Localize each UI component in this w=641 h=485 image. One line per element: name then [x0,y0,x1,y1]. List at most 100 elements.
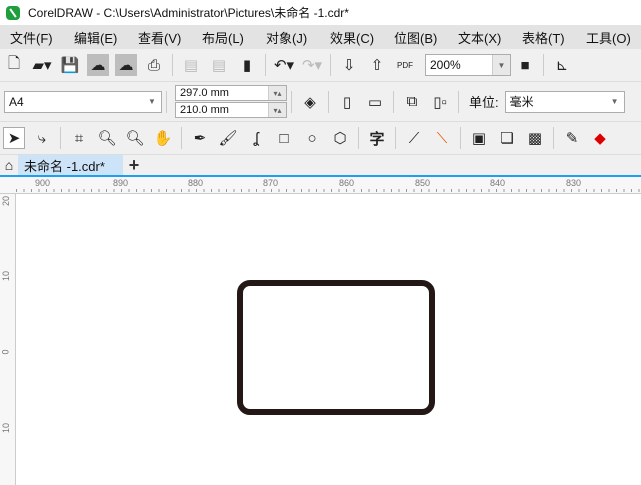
zoom-level-select[interactable]: 200% ▼ [425,54,511,76]
separator [458,90,459,113]
ruler-label: 0 [0,349,11,355]
ruler-label: 10 [1,422,12,434]
ruler-label: 900 [35,178,51,188]
rectangle-tool-icon[interactable]: □ [273,127,295,149]
open-folder-icon[interactable]: ▰▾ [31,54,53,76]
pan-tool-icon[interactable]: ✋ [152,127,174,149]
menu-object[interactable]: 对象(J) [256,28,320,47]
ruler-label: 830 [566,178,582,188]
page-dimensions: 297.0 mm ▾▴ 210.0 mm ▾▴ [175,85,287,118]
print-icon[interactable]: ⎙ [143,54,165,76]
cloud-download-icon[interactable]: ☁ [87,54,109,76]
home-icon[interactable]: ⌂ [0,155,18,175]
polygon-tool-icon[interactable]: ⬡ [329,127,351,149]
tab-document[interactable]: 未命名 -1.cdr* [18,155,123,175]
ruler-label: 890 [113,178,129,188]
ruler-label: 840 [490,178,506,188]
page-size-select[interactable]: A4 ▼ [4,90,162,113]
separator [460,127,461,149]
menu-layout[interactable]: 布局(L) [192,28,256,47]
contour-tool-icon[interactable]: ▣ [468,127,490,149]
menu-table[interactable]: 表格(T) [512,28,576,47]
crop-tool-icon[interactable]: ⌗ [68,127,90,149]
curve-tool-icon[interactable]: ʆ [245,127,267,149]
current-page-icon[interactable]: ▯▫ [429,91,451,113]
drop-shadow-icon[interactable]: ❏ [496,127,518,149]
ruler-ticks [16,189,641,192]
separator [265,54,266,76]
connector-tool-icon[interactable]: ⟍ [431,127,453,149]
spin-icon[interactable]: ▾▴ [268,103,286,117]
eyedropper-icon[interactable]: ✎ [561,127,583,149]
portrait-icon[interactable]: ▯ [336,91,358,113]
import-icon[interactable]: ⇩ [338,54,360,76]
save-icon[interactable]: 💾 [59,54,81,76]
page-width-value: 297.0 mm [180,87,229,99]
menu-bar: 文件(F) 编辑(E) 查看(V) 布局(L) 对象(J) 效果(C) 位图(B… [0,25,641,49]
menu-tools[interactable]: 工具(O) [576,28,640,47]
chevron-down-icon[interactable]: ▼ [492,55,510,75]
brush-tool-icon[interactable]: 🖌 [217,127,239,149]
separator [395,127,396,149]
ruler-label: 20 [1,195,12,207]
zoom-out-icon[interactable]: 🔍︎ [124,127,146,149]
pdf-export-icon[interactable]: PDF [394,54,416,76]
chevron-down-icon[interactable]: ▼ [143,91,161,112]
separator [358,127,359,149]
property-bar: A4 ▼ 297.0 mm ▾▴ 210.0 mm ▾▴ ◈ ▯ ▭ ⧉ ▯▫ 单位:… [0,82,641,122]
ellipse-tool-icon[interactable]: ○ [301,127,323,149]
text-tool-icon[interactable]: 字 [366,127,388,149]
spin-icon[interactable]: ▾▴ [268,86,286,100]
units-value: 毫米 [509,95,534,109]
vertical-ruler[interactable]: 20 10 0 10 [0,194,16,485]
page-width-field[interactable]: 297.0 mm ▾▴ [175,85,287,101]
title-bar: CorelDRAW - C:\Users\Administrator\Pictu… [0,0,641,25]
ruler-label: 10 [1,270,12,282]
units-label: 单位: [469,95,499,110]
horizontal-ruler[interactable]: 900 890 880 870 860 850 840 830 [0,177,641,194]
redo-icon[interactable]: ↷▾ [301,54,323,76]
separator [181,127,182,149]
window-title: CorelDRAW - C:\Users\Administrator\Pictu… [28,6,349,20]
separator [166,90,167,113]
menu-view[interactable]: 查看(V) [128,28,192,47]
pen-tool-icon[interactable]: ✒ [189,127,211,149]
ruler-label: 860 [339,178,355,188]
chevron-down-icon[interactable]: ▼ [605,91,624,112]
rulers-icon[interactable]: ⊾ [551,54,573,76]
rounded-rectangle-shape[interactable] [237,280,435,415]
new-document-icon[interactable]: 🗋 [3,54,25,76]
paste-icon[interactable]: ▮ [236,54,258,76]
page-height-field[interactable]: 210.0 mm ▾▴ [175,102,287,118]
page-settings-icon[interactable]: ◈ [299,91,321,113]
menu-bitmaps[interactable]: 位图(B) [384,28,448,47]
ruler-label: 850 [415,178,431,188]
separator [553,127,554,149]
zoom-tool-icon[interactable]: 🔍︎ [96,127,118,149]
cloud-upload-icon[interactable]: ☁ [115,54,137,76]
cut-icon[interactable]: ▤ [180,54,202,76]
full-screen-icon[interactable]: ■ [514,54,536,76]
separator [291,90,292,113]
separator [330,54,331,76]
fill-tool-icon[interactable]: ◆ [589,127,611,149]
transparency-icon[interactable]: ▩ [524,127,546,149]
menu-text[interactable]: 文本(X) [448,28,512,47]
shape-tool-icon[interactable]: ⤷ [31,127,53,149]
undo-icon[interactable]: ↶▾ [273,54,295,76]
page-size-value: A4 [9,94,24,109]
copy-icon[interactable]: ▤ [208,54,230,76]
landscape-icon[interactable]: ▭ [364,91,386,113]
menu-file[interactable]: 文件(F) [0,28,64,47]
menu-edit[interactable]: 编辑(E) [64,28,128,47]
toolbox: ➤ ⤷ ⌗ 🔍︎ 🔍︎ ✋ ✒ 🖌 ʆ □ ○ ⬡ 字 ⟋ ⟍ ▣ ❏ ▩ ✎ … [0,122,641,155]
units-select[interactable]: 毫米 ▼ [504,90,625,113]
menu-effects[interactable]: 效果(C) [320,28,384,47]
new-tab-button[interactable]: + [123,155,145,175]
ruler-label: 870 [263,178,279,188]
dimension-tool-icon[interactable]: ⟋ [403,127,425,149]
export-icon[interactable]: ⇧ [366,54,388,76]
pick-tool-icon[interactable]: ➤ [3,127,25,149]
separator [543,54,544,76]
all-pages-icon[interactable]: ⧉ [401,91,423,113]
